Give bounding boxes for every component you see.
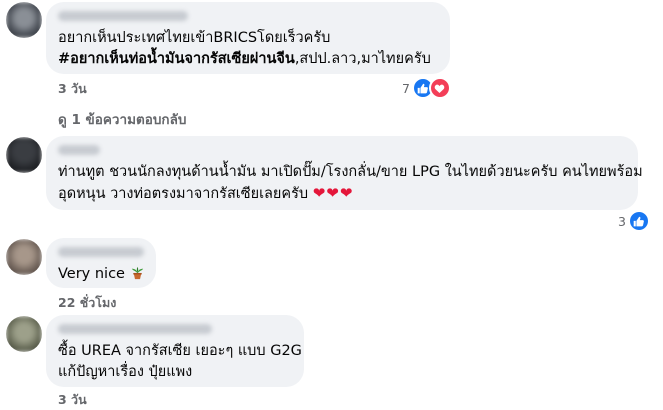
avatar[interactable] [6, 239, 42, 275]
author-name[interactable] [58, 11, 188, 21]
love-icon [428, 77, 451, 99]
author-name[interactable] [58, 324, 212, 334]
comment-text: ท่านทูต ชวนนักลงทุนด้านน้ำมัน มาเปิดปั๊ม… [58, 164, 643, 180]
reaction-summary[interactable]: 7 [400, 77, 453, 99]
author-name[interactable] [58, 145, 100, 155]
reaction-count: 3 [618, 213, 626, 229]
like-icon [627, 210, 650, 232]
comment-text: อยากเห็นประเทศไทยเข้าBRICSโดยเร็วครับ [58, 30, 331, 46]
avatar[interactable] [6, 2, 42, 38]
comment-text: อุดหนุน วางท่อตรงมาจากรัสเซียเลยครับ ❤❤❤ [58, 184, 354, 202]
heart-emoji: ❤❤❤ [312, 184, 354, 202]
reaction-count: 7 [402, 80, 410, 96]
comment-time[interactable]: 22 ชั่วโมง [58, 293, 116, 313]
comment-bubble: อยากเห็นประเทศไทยเข้าBRICSโดยเร็วครับ #อ… [46, 2, 450, 74]
comment-time[interactable]: 3 วัน [58, 79, 87, 99]
view-replies-link[interactable]: ดู 1 ข้อความตอบกลับ [58, 108, 186, 130]
comment-bubble: ซื้อ UREA จากรัสเซีย เยอะๆ แบบ G2G แก้ปั… [46, 315, 304, 387]
hashtag-link[interactable]: #อยากเห็นท่อน้ำมันจากรัสเซียผ่านจีน [58, 51, 295, 67]
comment-text: ซื้อ UREA จากรัสเซีย เยอะๆ แบบ G2G [58, 343, 302, 359]
comment-text: Very nice [58, 264, 144, 287]
comment-text: แก้ปัญหาเรื่อง ปุ๋ยแพง [58, 364, 193, 380]
avatar[interactable] [6, 316, 42, 352]
comment-text: #อยากเห็นท่อน้ำมันจากรัสเซียผ่านจีน,สปป.… [58, 51, 431, 67]
comment-bubble: Very nice [46, 238, 156, 288]
comment-bubble: ท่านทูต ชวนนักลงทุนด้านน้ำมัน มาเปิดปั๊ม… [46, 136, 643, 210]
reaction-summary[interactable]: 3 [616, 210, 652, 232]
potted-plant-icon [130, 265, 145, 287]
author-name[interactable] [58, 247, 144, 257]
comment-time[interactable]: 3 วัน [58, 390, 87, 410]
avatar[interactable] [6, 137, 42, 173]
